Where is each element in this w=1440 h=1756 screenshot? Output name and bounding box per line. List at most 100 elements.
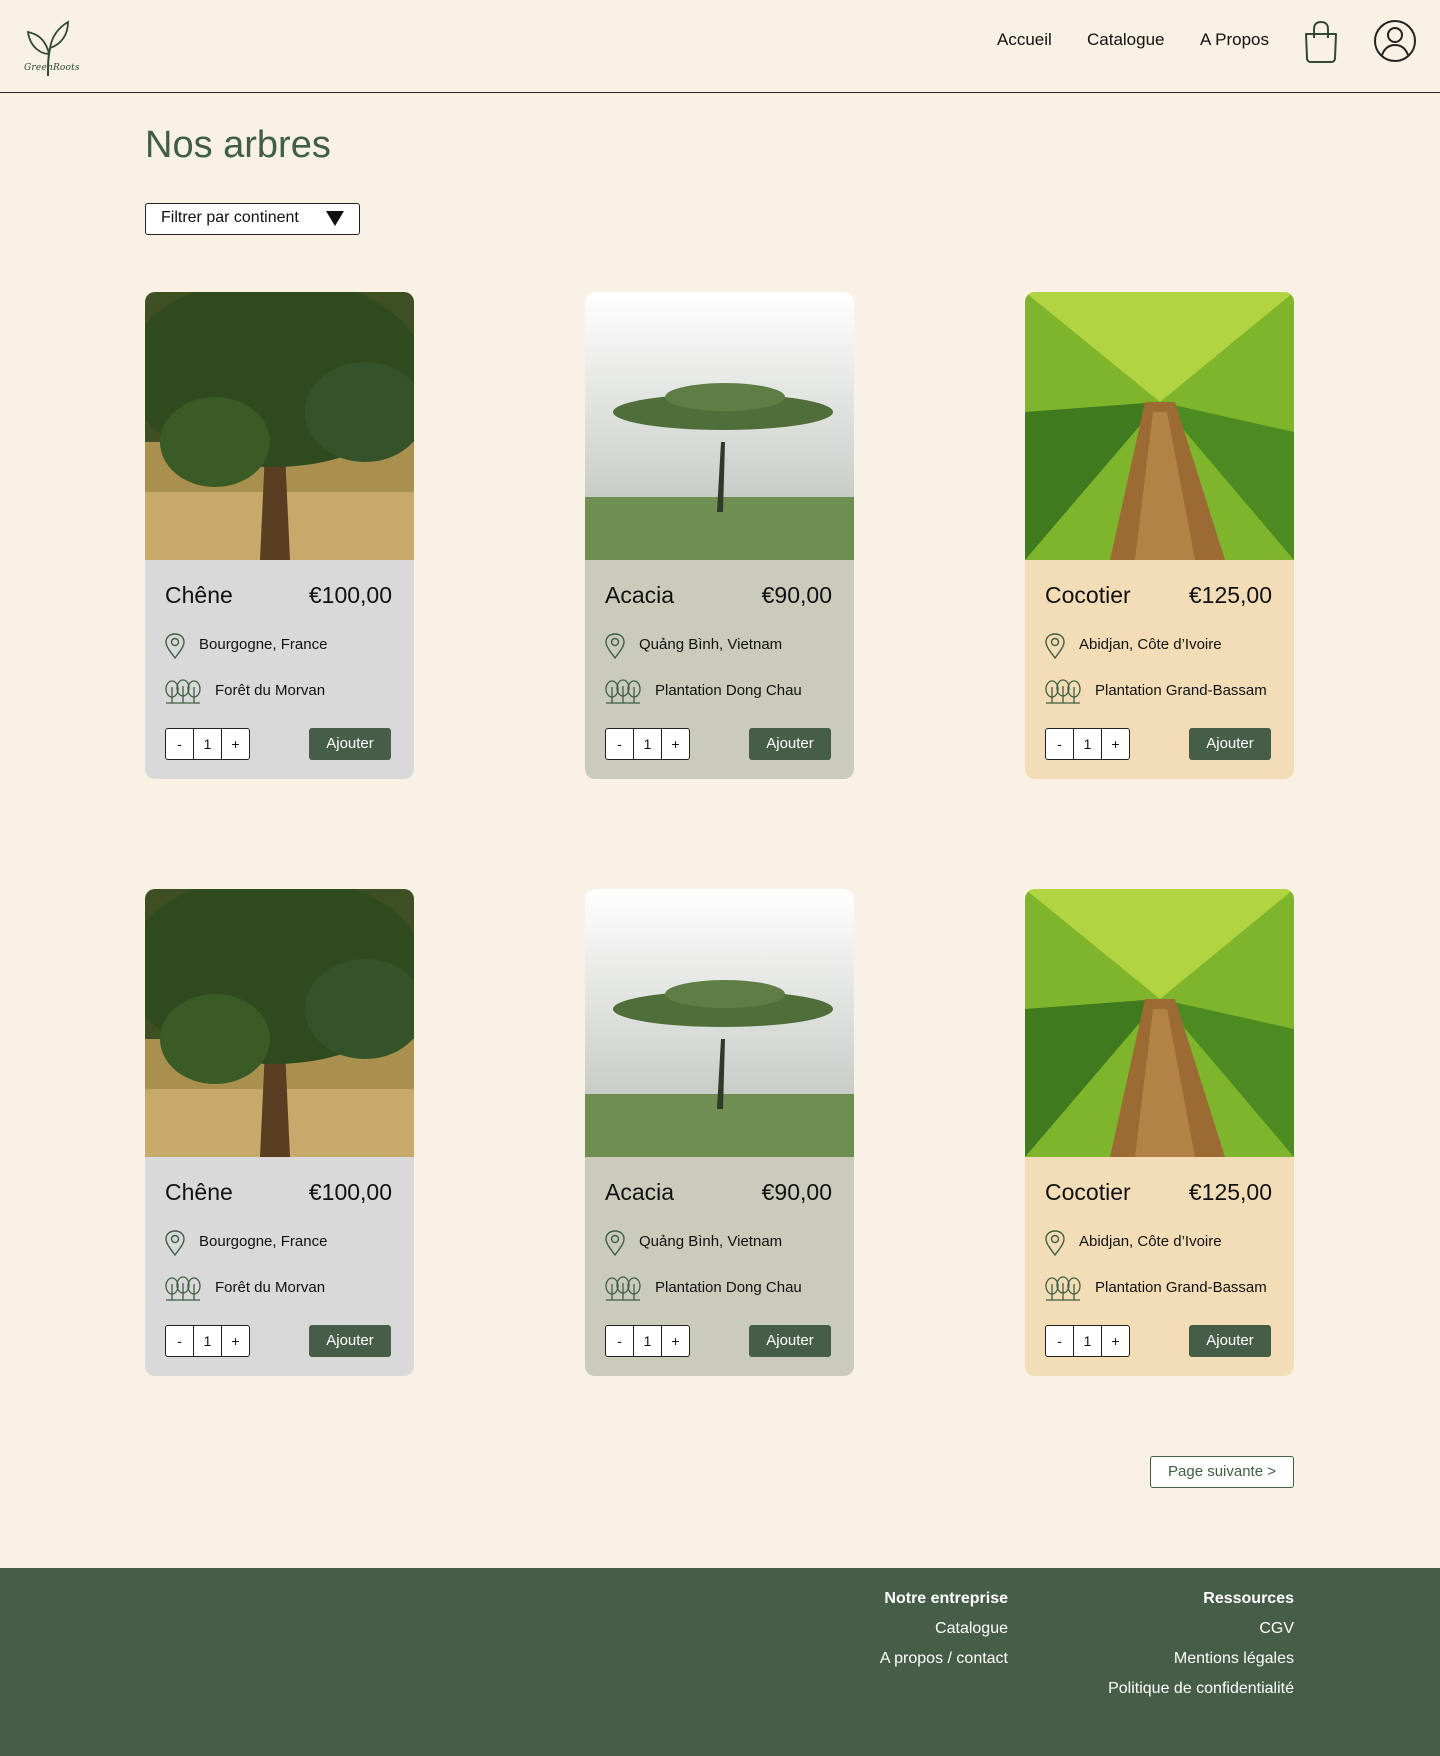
nav-accueil[interactable]: Accueil (997, 30, 1052, 50)
add-to-cart-button[interactable]: Ajouter (1189, 728, 1271, 760)
footer-column-company: Notre entreprise Catalogue A propos / co… (880, 1590, 1008, 1680)
quantity-stepper: -1 + (1045, 1325, 1130, 1357)
footer-link-legal[interactable]: Mentions légales (1108, 1650, 1294, 1668)
add-to-cart-button[interactable]: Ajouter (749, 728, 831, 760)
location-pin-icon (165, 633, 185, 659)
forest-icon (165, 679, 201, 704)
location-pin-icon (605, 633, 625, 659)
footer-link-about-contact[interactable]: A propos / contact (880, 1650, 1008, 1668)
product-forest: Plantation Grand-Bassam (1095, 1279, 1267, 1296)
product-card: Acacia €90,00 Quảng Bình, Vietnam Plantatio… (585, 292, 854, 779)
product-price: €100,00 (308, 1179, 392, 1205)
product-location: Quảng Bình, Vietnam (639, 1233, 783, 1250)
continent-filter-dropdown[interactable]: Filtrer par continent (145, 203, 360, 235)
coconut-palm-photo (1025, 889, 1294, 1157)
forest-icon (605, 679, 641, 704)
product-name: Chêne (165, 582, 233, 608)
product-price: €125,00 (1188, 582, 1272, 608)
quantity-value[interactable]: 1 (633, 729, 662, 759)
product-name: Acacia (605, 1179, 675, 1205)
product-location: Abidjan, Côte d’Ivoire (1079, 1233, 1222, 1250)
location-pin-icon (605, 1230, 625, 1256)
oak-tree-photo (145, 889, 414, 1157)
user-circle-icon[interactable] (1373, 19, 1417, 63)
product-price: €125,00 (1188, 1179, 1272, 1205)
product-card: Acacia €90,00 Quảng Bình, Vietnam Plantatio… (585, 889, 854, 1376)
logo-text: GreenRoots (24, 63, 80, 73)
product-name: Chêne (165, 1179, 233, 1205)
next-page-button[interactable]: Page suivante > (1150, 1456, 1294, 1488)
product-card: Chêne €100,00 Bourgogne, France Forêt du Mo… (145, 889, 414, 1376)
product-card: Cocotier €125,00 Abidjan, Côte d’Ivoire Pla… (1025, 292, 1294, 779)
decrement-button[interactable]: - (166, 729, 193, 759)
nav-a-propos[interactable]: A Propos (1200, 30, 1269, 50)
product-forest: Plantation Grand-Bassam (1095, 682, 1267, 699)
decrement-button[interactable]: - (606, 729, 633, 759)
product-name: Cocotier (1045, 582, 1131, 608)
quantity-value[interactable]: 1 (193, 1326, 222, 1356)
product-location: Bourgogne, France (199, 1233, 328, 1250)
site-footer: Notre entreprise Catalogue A propos / co… (0, 1568, 1440, 1756)
increment-button[interactable]: + (222, 729, 249, 759)
forest-icon (1045, 679, 1081, 704)
location-pin-icon (165, 1230, 185, 1256)
shopping-bag-icon[interactable] (1302, 20, 1340, 64)
product-price: €90,00 (761, 582, 832, 608)
product-price: €100,00 (308, 582, 392, 608)
quantity-value[interactable]: 1 (1073, 729, 1102, 759)
quantity-stepper: -1 + (165, 1325, 250, 1357)
decrement-button[interactable]: - (1046, 1326, 1073, 1356)
nav-catalogue[interactable]: Catalogue (1087, 30, 1165, 50)
location-pin-icon (1045, 1230, 1065, 1256)
footer-link-privacy[interactable]: Politique de confidentialité (1108, 1680, 1294, 1698)
quantity-value[interactable]: 1 (633, 1326, 662, 1356)
acacia-tree-photo (585, 889, 854, 1157)
increment-button[interactable]: + (222, 1326, 249, 1356)
location-pin-icon (1045, 633, 1065, 659)
quantity-stepper: -1 + (165, 728, 250, 760)
increment-button[interactable]: + (662, 729, 689, 759)
coconut-palm-photo (1025, 292, 1294, 560)
quantity-stepper: -1 + (605, 1325, 690, 1357)
decrement-button[interactable]: - (1046, 729, 1073, 759)
product-forest: Plantation Dong Chau (655, 1279, 802, 1296)
footer-column-resources: Ressources CGV Mentions légales Politiqu… (1108, 1590, 1294, 1710)
page-title: Nos arbres (145, 124, 331, 166)
acacia-tree-photo (585, 292, 854, 560)
increment-button[interactable]: + (1102, 729, 1129, 759)
decrement-button[interactable]: - (606, 1326, 633, 1356)
footer-link-catalogue[interactable]: Catalogue (880, 1620, 1008, 1638)
quantity-stepper: -1 + (605, 728, 690, 760)
product-card: Cocotier €125,00 Abidjan, Côte d’Ivoire Pla… (1025, 889, 1294, 1376)
product-location: Quảng Bình, Vietnam (639, 636, 783, 653)
footer-heading: Notre entreprise (884, 1590, 1008, 1607)
product-location: Abidjan, Côte d’Ivoire (1079, 636, 1222, 653)
oak-tree-photo (145, 292, 414, 560)
product-forest: Forêt du Morvan (215, 1279, 326, 1296)
quantity-value[interactable]: 1 (193, 729, 222, 759)
decrement-button[interactable]: - (166, 1326, 193, 1356)
quantity-value[interactable]: 1 (1073, 1326, 1102, 1356)
product-forest: Plantation Dong Chau (655, 682, 802, 699)
footer-heading: Ressources (1203, 1590, 1294, 1607)
site-header: GreenRoots Accueil Catalogue A Propos (0, 0, 1440, 93)
product-name: Acacia (605, 582, 675, 608)
footer-link-cgv[interactable]: CGV (1108, 1620, 1294, 1638)
product-name: Cocotier (1045, 1179, 1131, 1205)
add-to-cart-button[interactable]: Ajouter (749, 1325, 831, 1357)
caret-down-icon (326, 211, 344, 226)
product-location: Bourgogne, France (199, 636, 328, 653)
forest-icon (165, 1276, 201, 1301)
filter-label: Filtrer par continent (161, 209, 299, 226)
product-card: Chêne €100,00 Bourgogne, France Forêt du Mo… (145, 292, 414, 779)
increment-button[interactable]: + (662, 1326, 689, 1356)
quantity-stepper: -1 + (1045, 728, 1130, 760)
product-price: €90,00 (761, 1179, 832, 1205)
add-to-cart-button[interactable]: Ajouter (1189, 1325, 1271, 1357)
add-to-cart-button[interactable]: Ajouter (309, 1325, 391, 1357)
forest-icon (605, 1276, 641, 1301)
increment-button[interactable]: + (1102, 1326, 1129, 1356)
add-to-cart-button[interactable]: Ajouter (309, 728, 391, 760)
forest-icon (1045, 1276, 1081, 1301)
product-forest: Forêt du Morvan (215, 682, 326, 699)
